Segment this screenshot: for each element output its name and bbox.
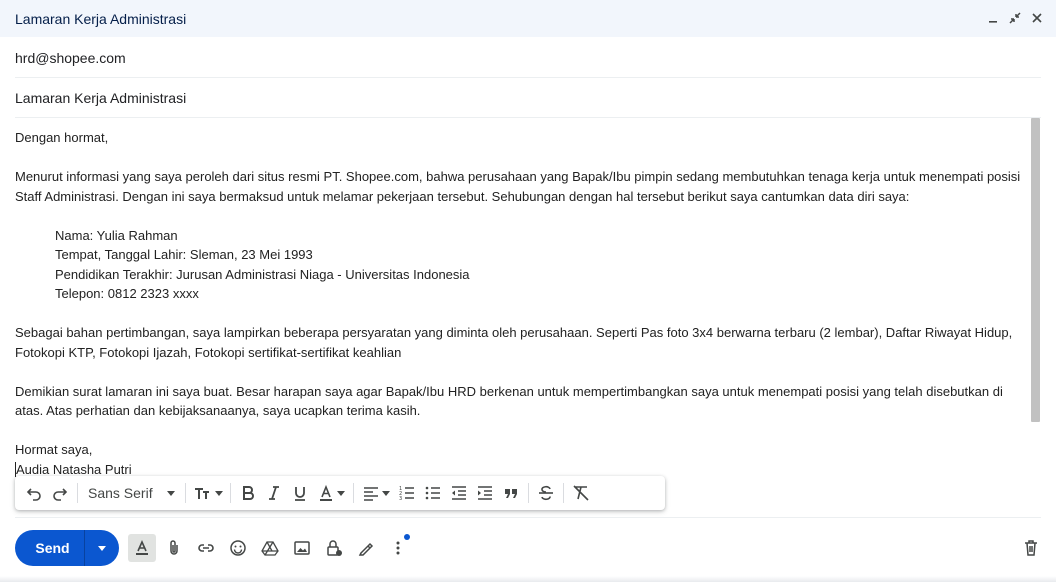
italic-icon[interactable] (261, 480, 287, 506)
text-color-icon[interactable] (313, 480, 349, 506)
redo-icon[interactable] (47, 480, 73, 506)
chevron-down-icon (166, 490, 175, 496)
confidential-icon[interactable] (320, 534, 348, 562)
compose-titlebar[interactable]: Lamaran Kerja Administrasi (0, 0, 1056, 37)
detail-line: Pendidikan Terakhir: Jurusan Administras… (55, 266, 470, 282)
emoji-icon[interactable] (224, 534, 252, 562)
close-icon[interactable] (1030, 9, 1044, 27)
greeting: Dengan hormat, (15, 130, 109, 145)
detail-line: Telepon: 0812 2323 xxxx (55, 286, 199, 301)
chevron-down-icon (98, 545, 106, 551)
align-icon[interactable] (358, 480, 394, 506)
chevron-down-icon (336, 490, 345, 496)
toolbar-divider (229, 483, 231, 503)
send-options-button[interactable] (85, 530, 119, 566)
font-family-value: Sans Serif (88, 485, 153, 501)
minimize-icon[interactable] (986, 9, 1000, 27)
numbered-list-icon[interactable]: 123 (394, 480, 420, 506)
toolbar-divider (352, 483, 354, 503)
quote-icon[interactable] (498, 480, 524, 506)
photo-icon[interactable] (288, 534, 316, 562)
send-button-group: Send (15, 530, 119, 566)
underline-icon[interactable] (287, 480, 313, 506)
message-body[interactable]: Dengan hormat, Menurut informasi yang sa… (15, 128, 1027, 478)
trash-icon[interactable] (1018, 535, 1044, 561)
notification-dot (404, 534, 410, 540)
signature-text: Audia Natasha Putri (16, 461, 132, 477)
signature-icon[interactable] (352, 534, 380, 562)
font-size-icon[interactable] (190, 480, 226, 506)
toolbar-divider (527, 483, 529, 503)
compose-bottom-toolbar (128, 533, 412, 563)
drive-icon[interactable] (256, 534, 284, 562)
toolbar-divider (77, 483, 78, 503)
body-paragraph-1: Menurut informasi yang saya peroleh dari… (15, 169, 1021, 204)
subject-value[interactable]: Lamaran Kerja Administrasi (15, 90, 186, 106)
toolbar-divider (184, 483, 186, 503)
expand-icon[interactable] (1008, 9, 1022, 27)
detail-line: Nama: Yulia Rahman (55, 227, 178, 243)
window-bottom-edge (0, 576, 1056, 582)
attach-icon[interactable] (160, 534, 188, 562)
chevron-down-icon (214, 490, 223, 496)
indent-more-icon[interactable] (472, 480, 498, 506)
formatting-options-icon[interactable] (128, 534, 156, 562)
toolbar-divider (562, 483, 564, 503)
bulleted-list-icon[interactable] (420, 480, 446, 506)
body-paragraph-2: Sebagai bahan pertimbangan, saya lampirk… (15, 325, 1013, 360)
closing: Hormat saya, (15, 442, 93, 457)
svg-text:3: 3 (399, 496, 402, 502)
formatting-toolbar: Sans Serif 123 (15, 476, 665, 510)
send-button[interactable]: Send (15, 530, 85, 566)
to-recipient[interactable]: hrd@shopee.com (15, 50, 126, 66)
to-field[interactable]: hrd@shopee.com (15, 38, 1041, 78)
indent-less-icon[interactable] (446, 480, 472, 506)
body-scrollbar[interactable] (1031, 118, 1040, 422)
detail-line: Tempat, Tanggal Lahir: Sleman, 23 Mei 19… (55, 247, 313, 262)
remove-formatting-icon[interactable] (568, 480, 594, 506)
font-family-select[interactable]: Sans Serif (82, 480, 181, 506)
bold-icon[interactable] (235, 480, 261, 506)
body-paragraph-3: Demikian surat lamaran ini saya buat. Be… (15, 383, 1003, 419)
link-icon[interactable] (192, 534, 220, 562)
subject-field[interactable]: Lamaran Kerja Administrasi (15, 78, 1041, 118)
compose-title: Lamaran Kerja Administrasi (15, 10, 187, 27)
compose-divider (15, 517, 1041, 518)
strikethrough-icon[interactable] (533, 480, 559, 506)
more-options-icon[interactable] (384, 534, 412, 562)
undo-icon[interactable] (21, 480, 47, 506)
chevron-down-icon (381, 490, 390, 496)
